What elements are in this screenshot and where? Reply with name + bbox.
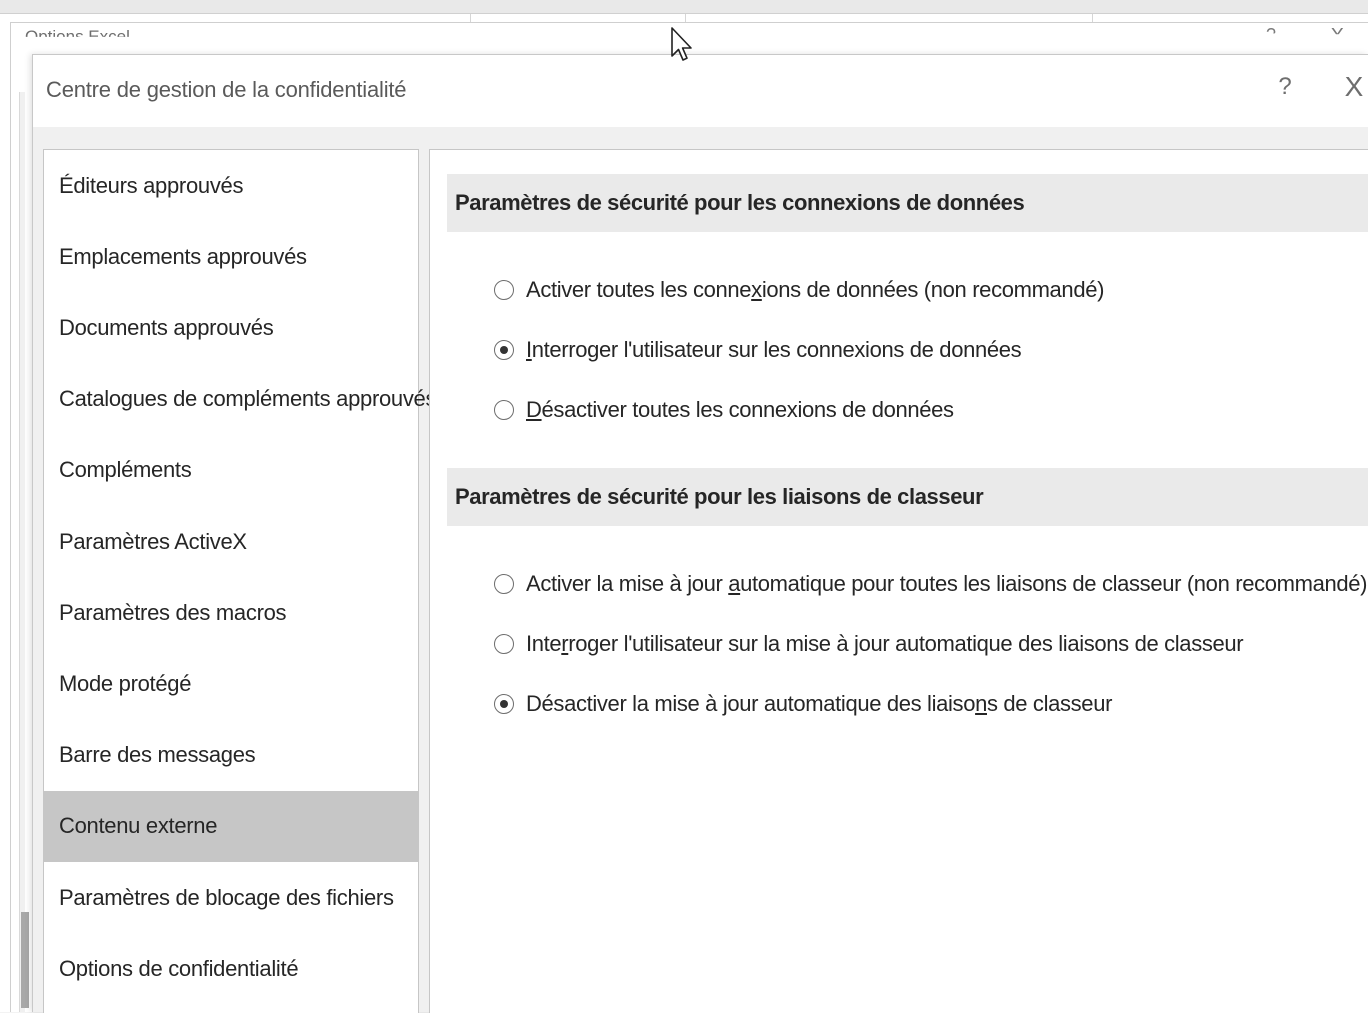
excel-options-scrollbar-track[interactable] <box>19 92 25 1012</box>
radio-option[interactable]: Interroger l'utilisateur sur la mise à j… <box>494 626 1244 662</box>
radio-unchecked-icon[interactable] <box>494 574 514 594</box>
access-key: a <box>728 571 741 596</box>
nav-item[interactable]: Mode protégé <box>44 648 418 719</box>
nav-item[interactable]: Contenu externe <box>44 790 418 862</box>
label-text: ésactiver toutes les connexions de donné… <box>541 397 954 422</box>
radio-unchecked-icon[interactable] <box>494 400 514 420</box>
radio-option-label: Activer toutes les connexions de données… <box>526 277 1104 303</box>
trust-center-dialog: Centre de gestion de la confidentialité … <box>32 54 1368 1013</box>
label-text: utomatique pour toutes les liaisons de c… <box>740 571 1368 596</box>
label-text: s de classeur <box>986 691 1113 716</box>
radio-option-label: Activer la mise à jour automatique pour … <box>526 571 1367 597</box>
access-key: n <box>975 691 987 716</box>
excel-options-left-rail <box>10 52 32 1012</box>
access-key: D <box>526 397 542 422</box>
nav-item[interactable]: Éditeurs approuvés <box>44 150 418 221</box>
radio-option[interactable]: Activer la mise à jour automatique pour … <box>494 566 1367 602</box>
radio-unchecked-icon[interactable] <box>494 634 514 654</box>
radio-option[interactable]: Désactiver la mise à jour automatique de… <box>494 686 1112 722</box>
label-text: Désactiver la mise à jour automatique de… <box>526 691 976 716</box>
dialog-title: Centre de gestion de la confidentialité <box>46 77 407 102</box>
section-header: Paramètres de sécurité pour les connexio… <box>447 174 1368 232</box>
radio-option-label: Interroger l'utilisateur sur la mise à j… <box>526 631 1244 657</box>
help-button[interactable]: ? <box>1271 73 1299 107</box>
label-text: Inte <box>526 631 562 656</box>
access-key: x <box>751 277 762 302</box>
excel-options-close-button[interactable]: X <box>1331 25 1344 34</box>
label-text: ions de données (non recommandé) <box>761 277 1105 302</box>
radio-option[interactable]: Activer toutes les connexions de données… <box>494 272 1104 308</box>
radio-option[interactable]: Désactiver toutes les connexions de donn… <box>494 392 954 428</box>
radio-checked-icon[interactable] <box>494 694 514 714</box>
label-text: nterroger l'utilisateur sur les connexio… <box>531 337 1022 362</box>
mouse-cursor-icon <box>671 27 692 61</box>
section-header: Paramètres de sécurité pour les liaisons… <box>447 468 1368 526</box>
label-text: Activer toutes les conne <box>526 277 752 302</box>
excel-options-scrollbar-thumb[interactable] <box>21 912 29 1008</box>
nav-item[interactable]: Paramètres ActiveX <box>44 506 418 577</box>
excel-options-title: Options Excel <box>25 27 130 46</box>
nav-item[interactable]: Compléments <box>44 435 418 506</box>
radio-checked-icon[interactable] <box>494 340 514 360</box>
nav-item[interactable]: Paramètres de blocage des fichiers <box>44 862 418 933</box>
dialog-titlebar: Centre de gestion de la confidentialité … <box>33 55 1368 127</box>
trust-center-nav: Éditeurs approuvés Emplacements approuvés… <box>43 149 436 1013</box>
nav-item[interactable]: Catalogues de compléments approuvés <box>44 364 436 435</box>
radio-option-label: Désactiver toutes les connexions de donn… <box>526 397 954 423</box>
close-button[interactable]: X <box>1339 71 1368 107</box>
nav-item[interactable]: Emplacements approuvés <box>44 221 418 292</box>
radio-option-label: Désactiver la mise à jour automatique de… <box>526 691 1112 717</box>
radio-option-label: Interroger l'utilisateur sur les connexi… <box>526 337 1022 363</box>
background-top-strip <box>0 0 1368 14</box>
excel-options-help-button[interactable]: ? <box>1266 25 1276 33</box>
radio-option[interactable]: Interroger l'utilisateur sur les connexi… <box>494 332 1022 368</box>
label-text: roger l'utilisateur sur la mise à jour a… <box>568 631 1244 656</box>
nav-item[interactable]: Paramètres des macros <box>44 577 418 648</box>
external-content-pane: Paramètres de sécurité pour les connexio… <box>429 149 1368 1013</box>
nav-item[interactable]: Options de confidentialité <box>44 933 418 1004</box>
label-text: Activer la mise à jour <box>526 571 729 596</box>
nav-item[interactable]: Barre des messages <box>44 720 418 791</box>
radio-unchecked-icon[interactable] <box>494 280 514 300</box>
nav-item[interactable]: Documents approuvés <box>44 292 418 363</box>
